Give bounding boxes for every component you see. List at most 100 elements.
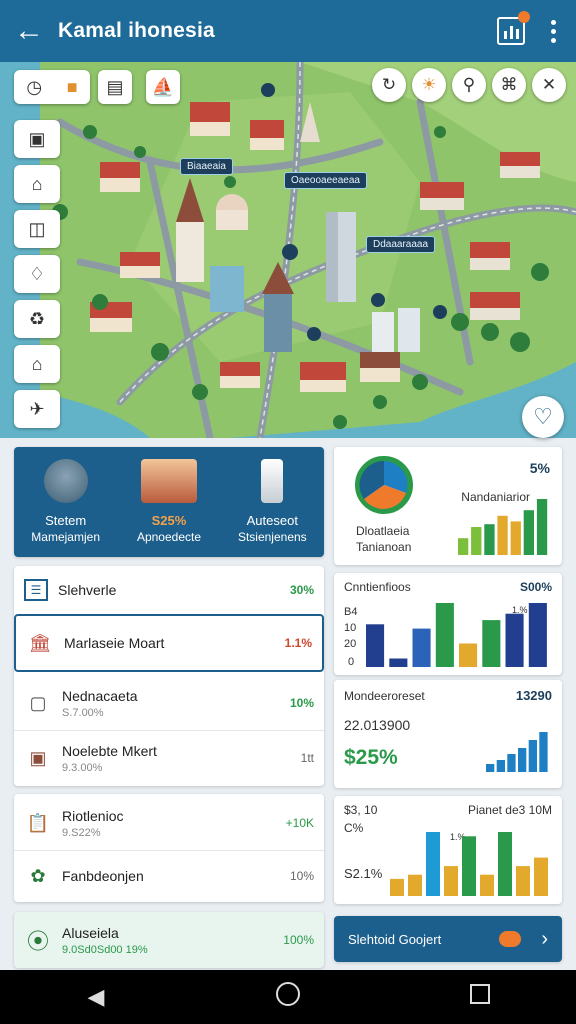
chart-bar (497, 515, 508, 555)
map-tool-button[interactable]: ♢ (14, 255, 60, 293)
shop-icon: ◫ (28, 218, 46, 239)
list-item-name: Nednacaeta (62, 687, 138, 704)
home-circle-icon (276, 982, 300, 1006)
back-arrow-icon[interactable]: ← (0, 0, 58, 62)
chart-bar (528, 740, 537, 772)
list-item-name: Fanbdeonjen (62, 868, 144, 884)
pin-icon: ⦿ (26, 929, 49, 954)
city-map[interactable]: Biaaeaia Oaeooaeeaeaa Ddaaaraaaa (0, 62, 576, 438)
summary-subtitle: Mamejamjen (31, 530, 100, 544)
home-nav-button[interactable] (258, 982, 318, 1012)
list-item[interactable]: ✿ Fanbdeonjen 10% (14, 852, 324, 900)
house-icon: ⌂ (31, 173, 43, 194)
crate-icon: ▣ (29, 747, 47, 768)
map-tool-button[interactable]: ▣ (14, 120, 60, 158)
divider (14, 850, 324, 851)
chart-bar (523, 510, 534, 555)
map-round-button[interactable]: ⚲ (452, 68, 486, 102)
list-item-name: Aluseiela (62, 924, 119, 941)
summary-item[interactable]: Stetem Mamejamjen (16, 459, 116, 544)
list-item[interactable]: ▢ Nednacaeta S.7.00% 10% (14, 676, 324, 730)
map-tool-button[interactable]: ✈ (14, 390, 60, 428)
chevron-right-icon: › (541, 927, 548, 950)
list-item[interactable]: ▣ Noelebte Mkert 9.3.00% 1tt (14, 732, 324, 784)
map-tool-button[interactable]: ◫ (14, 210, 60, 248)
chart-bar (498, 832, 512, 896)
search-icon: ⚲ (462, 75, 476, 94)
heart-icon: ♡ (533, 404, 553, 429)
leaf-icon: ✿ (30, 865, 46, 886)
chart-bar (412, 628, 431, 667)
list-item-sub: 9.3.00% (62, 761, 103, 774)
book-icon: ▣ (28, 128, 46, 149)
stats-panel[interactable]: $3, 10 C% Pianet de3 10M S2.1% 1.% (334, 796, 562, 904)
stats-panel[interactable]: Cnntienfioos S00% B4 10 20 0 1.% (334, 573, 562, 675)
list-item-value: 10% (289, 869, 314, 883)
map-round-button[interactable]: ↻ (372, 68, 406, 102)
chart-bar (471, 527, 482, 555)
stats-notification-icon[interactable] (497, 11, 530, 45)
summary-card[interactable]: Stetem Mamejamjen S25% Apnoedecte Autese… (14, 447, 324, 557)
building-icon: 🏛 (28, 632, 52, 653)
sun-icon: ☀ (421, 75, 437, 94)
bar-series (390, 832, 548, 896)
app-bar-actions (497, 11, 576, 45)
clipboard-icon: 📋 (26, 812, 50, 833)
boat-button[interactable]: ⛵ (146, 70, 180, 104)
stats-panel[interactable]: Mondeeroreset 13290 22.013900 $25% (334, 680, 562, 788)
summary-item[interactable]: Auteseot Stsienjenens (222, 459, 322, 544)
summary-subtitle: Apnoedecte (136, 530, 202, 544)
map-toolbar-left: ▣ ⌂ ◫ ♢ ♻ ⌂ ✈ (14, 120, 60, 428)
map-tool-button[interactable]: ⌂ (14, 165, 60, 203)
map-toolbar-top: ◷ ■ ▤ ⛵ (14, 70, 180, 104)
chart-bar (507, 754, 516, 772)
compass-icon: ◷ (26, 76, 43, 97)
back-nav-icon[interactable]: ◀ (66, 984, 126, 1010)
map-label[interactable]: Ddaaaraaaa (366, 236, 436, 253)
crop-icon: ⌘ (500, 75, 518, 94)
map-round-button[interactable]: ✕ (532, 68, 566, 102)
list-item-value: +10K (285, 816, 314, 830)
panel-chart: $3, 10 C% Pianet de3 10M S2.1% 1.% (344, 803, 552, 896)
town-photo-icon (140, 459, 197, 503)
data-label: 1.% (512, 605, 528, 615)
chart-bar (486, 764, 495, 772)
map-label[interactable]: Biaaeaia (180, 158, 233, 175)
box-icon: ▢ (29, 692, 47, 713)
favorite-button[interactable]: ♡ (522, 396, 564, 438)
list-item[interactable]: ⦿ Aluseiela 9.0Sd0Sd00 19% 100% (14, 918, 324, 962)
view-details-button[interactable]: Slehtoid Goojert › (334, 916, 562, 962)
list-card: 📋 Riotlenioc 9.S22% +10K ✿ Fanbdeonjen 1… (14, 794, 324, 902)
recents-nav-button[interactable] (450, 984, 510, 1010)
panel-line: 22.013900 (344, 717, 410, 733)
more-vert-icon[interactable] (551, 19, 556, 43)
refresh-icon: ↻ (381, 75, 397, 94)
chart-bar (426, 832, 440, 896)
list-item[interactable]: ☰ Slehverle 30% (14, 570, 324, 610)
list-item-selected[interactable]: 🏛 Marlaseie Moart 1.1% (14, 614, 324, 672)
summary-subtitle: Stsienjenens (237, 530, 307, 544)
map-round-button[interactable]: ☀ (412, 68, 446, 102)
list-item-name: Riotlenioc (62, 807, 124, 824)
axis-tick: 10 (344, 622, 356, 634)
document-button[interactable]: ▤ (98, 70, 132, 104)
chart-bar (390, 878, 404, 896)
map-round-button[interactable]: ⌘ (492, 68, 526, 102)
summary-item[interactable]: S25% Apnoedecte (119, 459, 219, 544)
panel-bottom: S2.1% (344, 866, 383, 881)
map-tool-button[interactable]: ⌂ (14, 345, 60, 383)
panel-title: $3, 10 (344, 803, 378, 817)
panel-value: 13290 (516, 688, 552, 703)
list-item[interactable]: 📋 Riotlenioc 9.S22% +10K (14, 798, 324, 848)
bar-series (486, 732, 548, 772)
list-item-value: 100% (283, 933, 314, 947)
panel-value: S00% (520, 580, 552, 594)
list-card: ⦿ Aluseiela 9.0Sd0Sd00 19% 100% (14, 912, 324, 968)
axis-tick: B4 (344, 606, 357, 618)
summary-title: Stetem (45, 513, 87, 528)
map-label[interactable]: Oaeooaeeaeaa (284, 172, 367, 189)
measure-tool-button[interactable]: ◷ ■ (14, 70, 90, 104)
document-icon: ▤ (106, 76, 124, 97)
map-tool-button[interactable]: ♻ (14, 300, 60, 338)
stats-panel[interactable]: 5% Nandaniarior Dloatlaeia Tanianoan (334, 447, 562, 565)
